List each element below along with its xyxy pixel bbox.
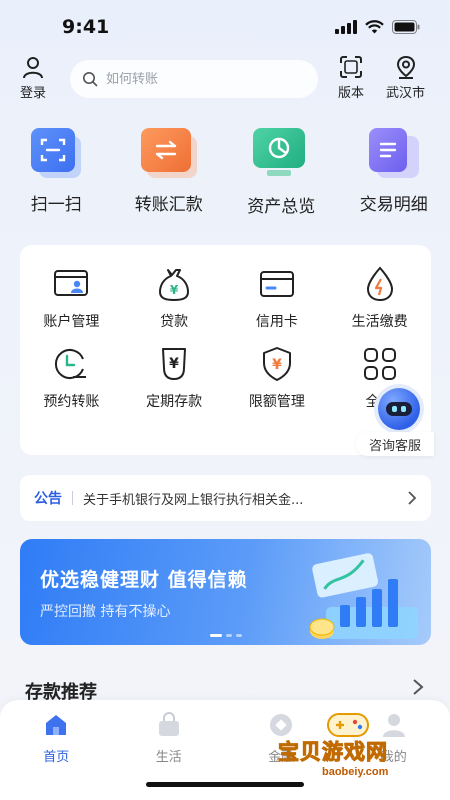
service-utility-payment[interactable]: 生活缴费 <box>328 265 431 331</box>
account-icon <box>52 265 90 303</box>
customer-service-assistant[interactable]: 咨询客服 <box>356 388 434 458</box>
user-icon <box>23 57 43 79</box>
quick-assets-button[interactable]: 资产总览 <box>225 128 338 217</box>
watermark: 宝贝游戏网 baobeiy.com <box>278 706 446 790</box>
divider <box>72 491 73 505</box>
asset-chart-icon <box>253 128 306 168</box>
service-label: 贷款 <box>160 314 189 330</box>
utility-icon <box>361 265 399 303</box>
deposit-icon: ¥ <box>155 345 193 383</box>
quick-actions: 扫一扫 转账汇款 资产总览 交易明细 <box>0 128 450 217</box>
status-time: 9:41 <box>62 16 110 38</box>
notice-text: 关于手机银行及网上银行执行相关金... <box>83 492 304 508</box>
quick-scan-label: 扫一扫 <box>30 195 82 215</box>
chevron-right-icon <box>408 491 417 505</box>
service-loan[interactable]: ¥ 贷款 <box>123 265 226 331</box>
credit-card-icon <box>258 265 296 303</box>
assistant-label: 咨询客服 <box>356 432 434 456</box>
tab-life-label: 生活 <box>155 750 182 765</box>
quick-details-button[interactable]: 交易明细 <box>338 128 450 217</box>
service-fixed-deposit[interactable]: ¥ 定期存款 <box>123 345 226 411</box>
version-label: 版本 <box>338 86 365 101</box>
home-icon <box>46 715 67 735</box>
banner-title: 优选稳健理财 值得信赖 <box>40 569 248 591</box>
login-label: 登录 <box>20 86 47 101</box>
service-scheduled-transfer[interactable]: 预约转账 <box>20 345 123 411</box>
svg-text:¥: ¥ <box>272 357 282 373</box>
status-icons <box>335 20 420 34</box>
banner-subtitle: 严控回撤 持有不操心 <box>40 604 171 620</box>
service-label: 生活缴费 <box>351 314 408 330</box>
detail-list-icon <box>368 128 407 172</box>
tab-home[interactable]: 首页 <box>0 700 113 800</box>
version-button[interactable]: 版本 <box>338 55 364 101</box>
wifi-icon <box>365 20 384 34</box>
service-limit-management[interactable]: ¥ 限额管理 <box>226 345 329 411</box>
banner-pagination <box>210 634 242 637</box>
scan-icon <box>31 128 76 172</box>
service-label: 定期存款 <box>146 394 203 410</box>
robot-icon <box>378 388 420 430</box>
service-account-management[interactable]: 账户管理 <box>20 265 123 331</box>
watermark-url: baobeiy.com <box>322 766 389 778</box>
home-indicator[interactable] <box>146 782 304 787</box>
quick-details-label: 交易明细 <box>359 195 428 215</box>
bag-icon <box>158 712 179 736</box>
city-label: 武汉市 <box>386 86 426 101</box>
notice-bar[interactable]: 公告 关于手机银行及网上银行执行相关金... <box>20 475 431 521</box>
service-label: 账户管理 <box>43 314 100 330</box>
battery-icon <box>392 20 420 34</box>
quick-assets-label: 资产总览 <box>247 197 316 217</box>
location-pin-icon <box>396 55 415 79</box>
svg-text:¥: ¥ <box>170 283 179 297</box>
notice-tag: 公告 <box>34 491 62 507</box>
frame-icon <box>340 56 362 78</box>
service-label: 限额管理 <box>248 394 305 410</box>
login-button[interactable]: 登录 <box>20 55 46 101</box>
signal-icon <box>335 20 357 34</box>
all-grid-icon <box>361 345 399 383</box>
watermark-text: 宝贝游戏网 <box>278 740 388 765</box>
shield-icon: ¥ <box>258 345 296 383</box>
quick-transfer-button[interactable]: 转账汇款 <box>113 128 226 217</box>
quick-scan-button[interactable]: 扫一扫 <box>0 128 113 217</box>
tab-home-label: 首页 <box>43 750 70 765</box>
search-bar[interactable] <box>70 60 318 98</box>
finance-chart-illustration <box>309 553 418 639</box>
search-input[interactable] <box>106 71 286 87</box>
quick-transfer-label: 转账汇款 <box>134 195 203 215</box>
search-icon <box>83 72 98 87</box>
transfer-icon <box>140 128 191 172</box>
service-credit-card[interactable]: 信用卡 <box>226 265 329 331</box>
service-label: 信用卡 <box>255 314 298 330</box>
svg-text:¥: ¥ <box>169 356 179 372</box>
loan-bag-icon: ¥ <box>155 265 193 303</box>
chevron-right-icon[interactable] <box>412 678 424 696</box>
service-label: 预约转账 <box>43 394 100 410</box>
clock-icon <box>52 345 90 383</box>
city-selector[interactable]: 武汉市 <box>386 55 425 101</box>
promo-banner[interactable]: 优选稳健理财 值得信赖 严控回撤 持有不操心 <box>20 539 431 645</box>
